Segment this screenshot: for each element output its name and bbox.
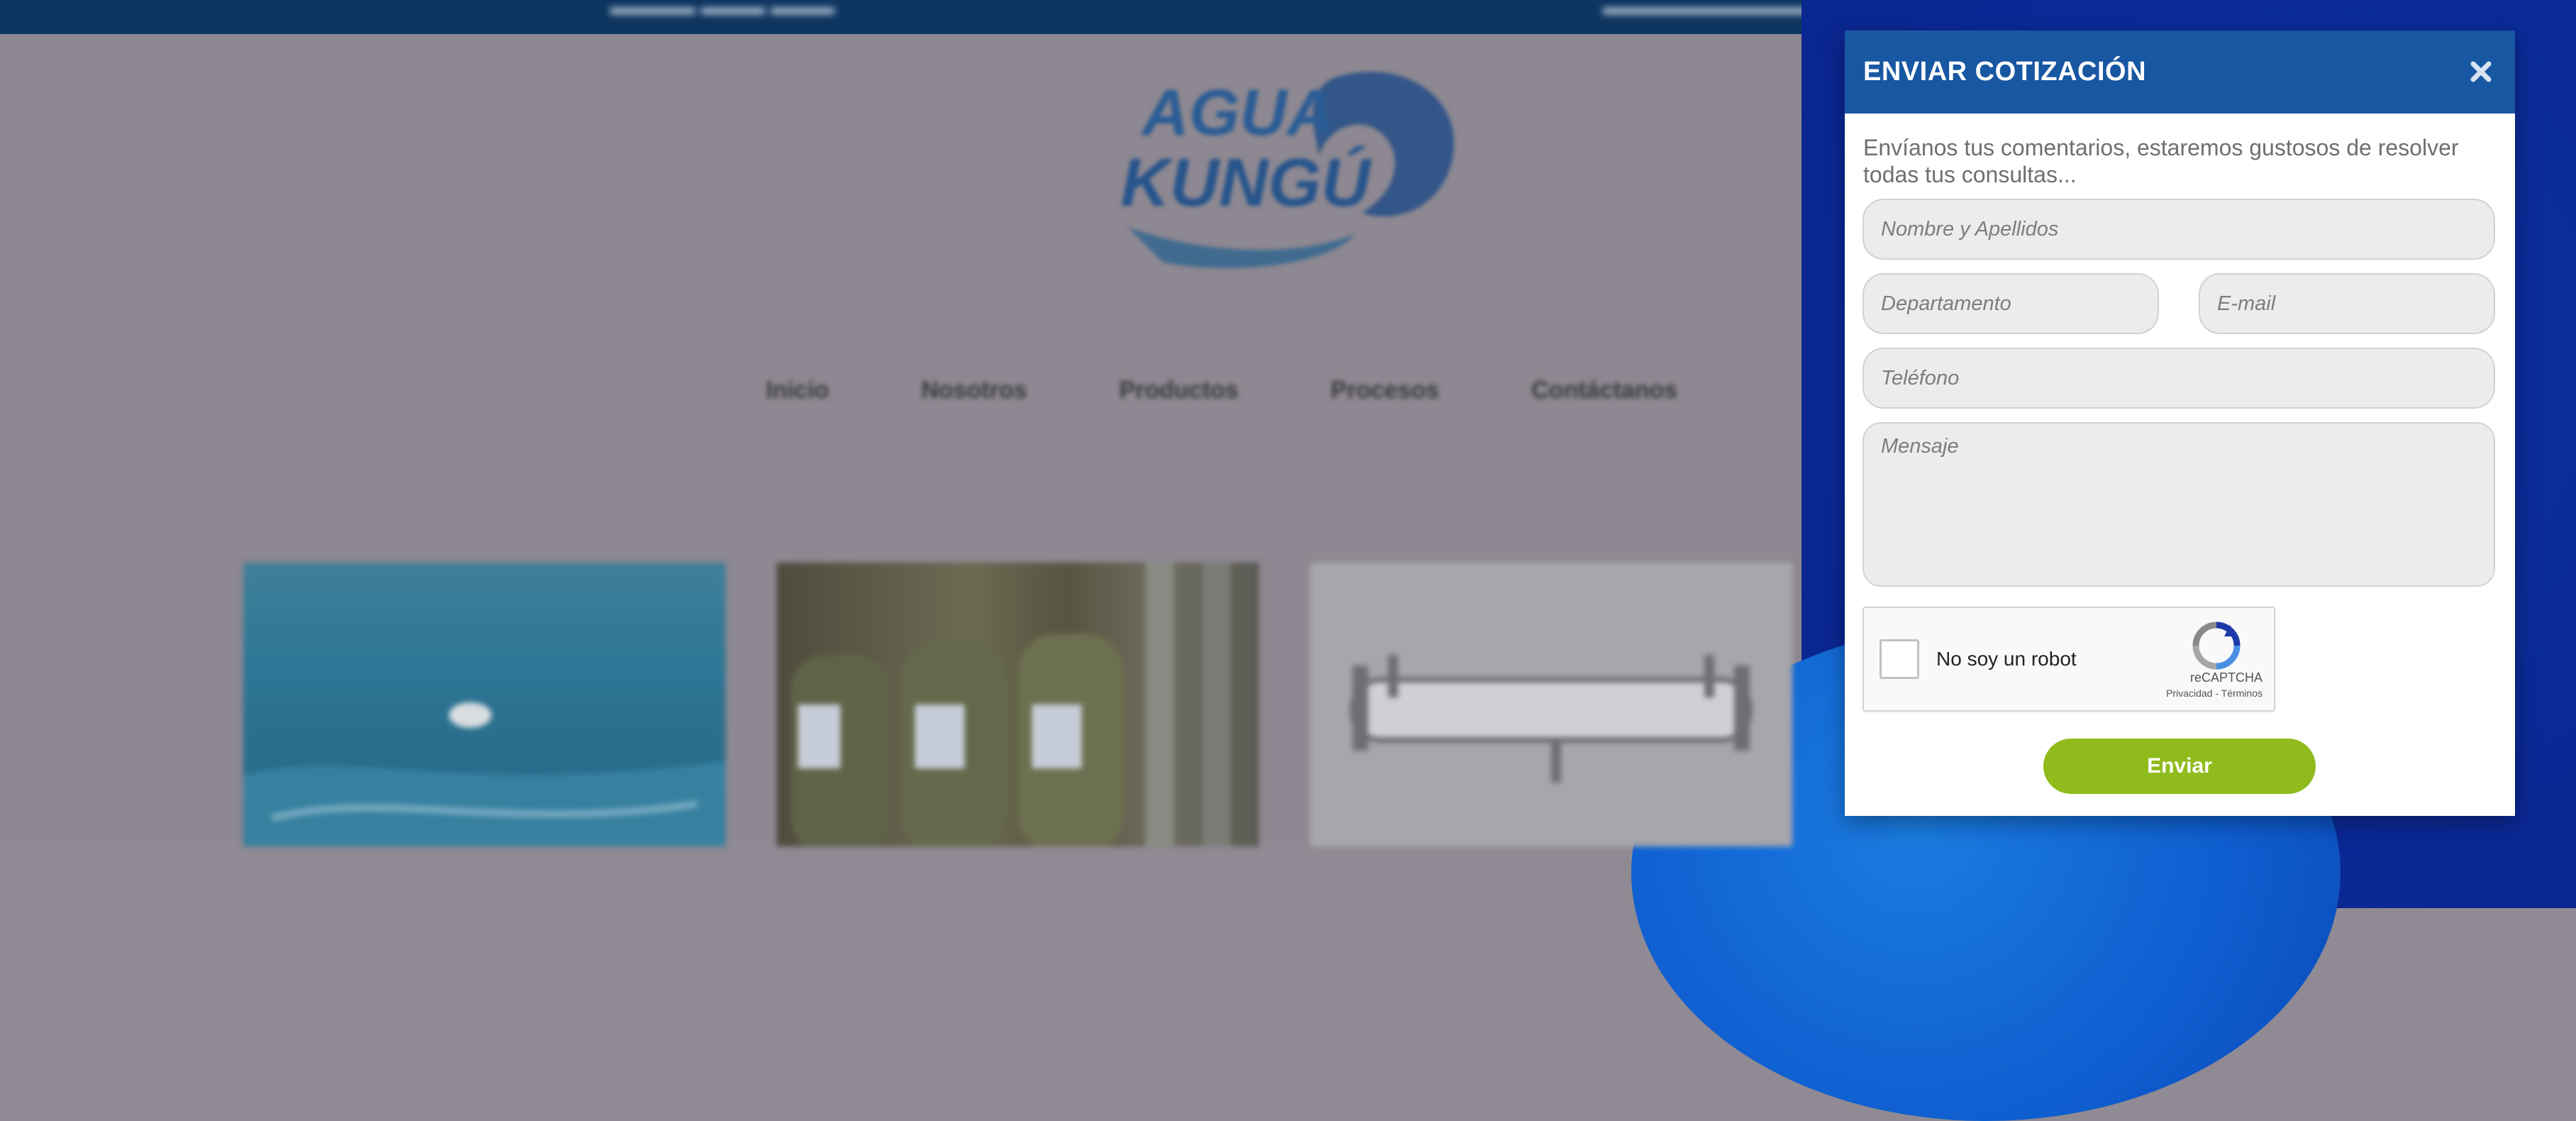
recaptcha-checkbox[interactable] bbox=[1880, 639, 1919, 679]
message-field[interactable] bbox=[1862, 422, 2495, 587]
close-icon[interactable] bbox=[2465, 56, 2497, 87]
main-nav: Inicio Nosotros Productos Procesos Contá… bbox=[766, 372, 1844, 408]
nav-item-productos: Productos bbox=[1119, 377, 1239, 404]
modal-header: ENVIAR COTIZACIÓN bbox=[1845, 31, 2515, 114]
recaptcha-privacy-link[interactable]: Privacidad bbox=[2166, 687, 2212, 699]
company-logo: AGUA KUNGÚ bbox=[1121, 72, 1454, 268]
nav-item-contactanos: Contáctanos bbox=[1531, 377, 1678, 404]
quote-modal: ENVIAR COTIZACIÓN Envíanos tus comentari… bbox=[1845, 31, 2515, 816]
nav-item-nosotros: Nosotros bbox=[921, 377, 1028, 404]
message-input[interactable] bbox=[1864, 424, 2494, 585]
logo-text-agua: AGUA bbox=[1140, 77, 1334, 149]
recaptcha-widget: No soy un robot reCAPTCHA Privacidad - T… bbox=[1862, 607, 2275, 712]
name-field[interactable] bbox=[1862, 199, 2495, 260]
nav-item-procesos: Procesos bbox=[1331, 377, 1440, 404]
product-card-ocean bbox=[243, 563, 726, 846]
department-input[interactable] bbox=[1864, 275, 2158, 333]
recaptcha-icon bbox=[2192, 622, 2241, 670]
ocean-image bbox=[243, 702, 726, 846]
recaptcha-terms-link[interactable]: Términos bbox=[2221, 687, 2263, 699]
name-input[interactable] bbox=[1864, 200, 2494, 258]
nav-item-inicio: Inicio bbox=[766, 377, 829, 404]
pipe-image bbox=[1350, 655, 1753, 783]
recaptcha-links: Privacidad - Términos bbox=[2092, 687, 2263, 699]
recaptcha-brand: reCAPTCHA bbox=[2189, 670, 2263, 685]
tanks-image bbox=[791, 563, 1231, 846]
email-field[interactable] bbox=[2199, 273, 2495, 334]
submit-button[interactable]: Enviar bbox=[2043, 739, 2316, 794]
product-card-pipe bbox=[1310, 563, 1792, 846]
top-bar-phone-blurred: ▬▬▬▬ ▬▬▬ ▬▬▬ bbox=[610, 0, 835, 19]
modal-description: Envíanos tus comentarios, estaremos gust… bbox=[1863, 135, 2459, 187]
product-card-tanks bbox=[777, 563, 1259, 846]
phone-field[interactable] bbox=[1862, 348, 2495, 409]
logo-text-kungu: KUNGÚ bbox=[1121, 145, 1372, 221]
department-field[interactable] bbox=[1862, 273, 2159, 334]
email-input[interactable] bbox=[2200, 275, 2494, 333]
recaptcha-label: No soy un robot bbox=[1936, 648, 2077, 670]
modal-title: ENVIAR COTIZACIÓN bbox=[1863, 57, 2147, 87]
recaptcha-separator: - bbox=[2215, 687, 2219, 699]
phone-input[interactable] bbox=[1864, 349, 2494, 407]
